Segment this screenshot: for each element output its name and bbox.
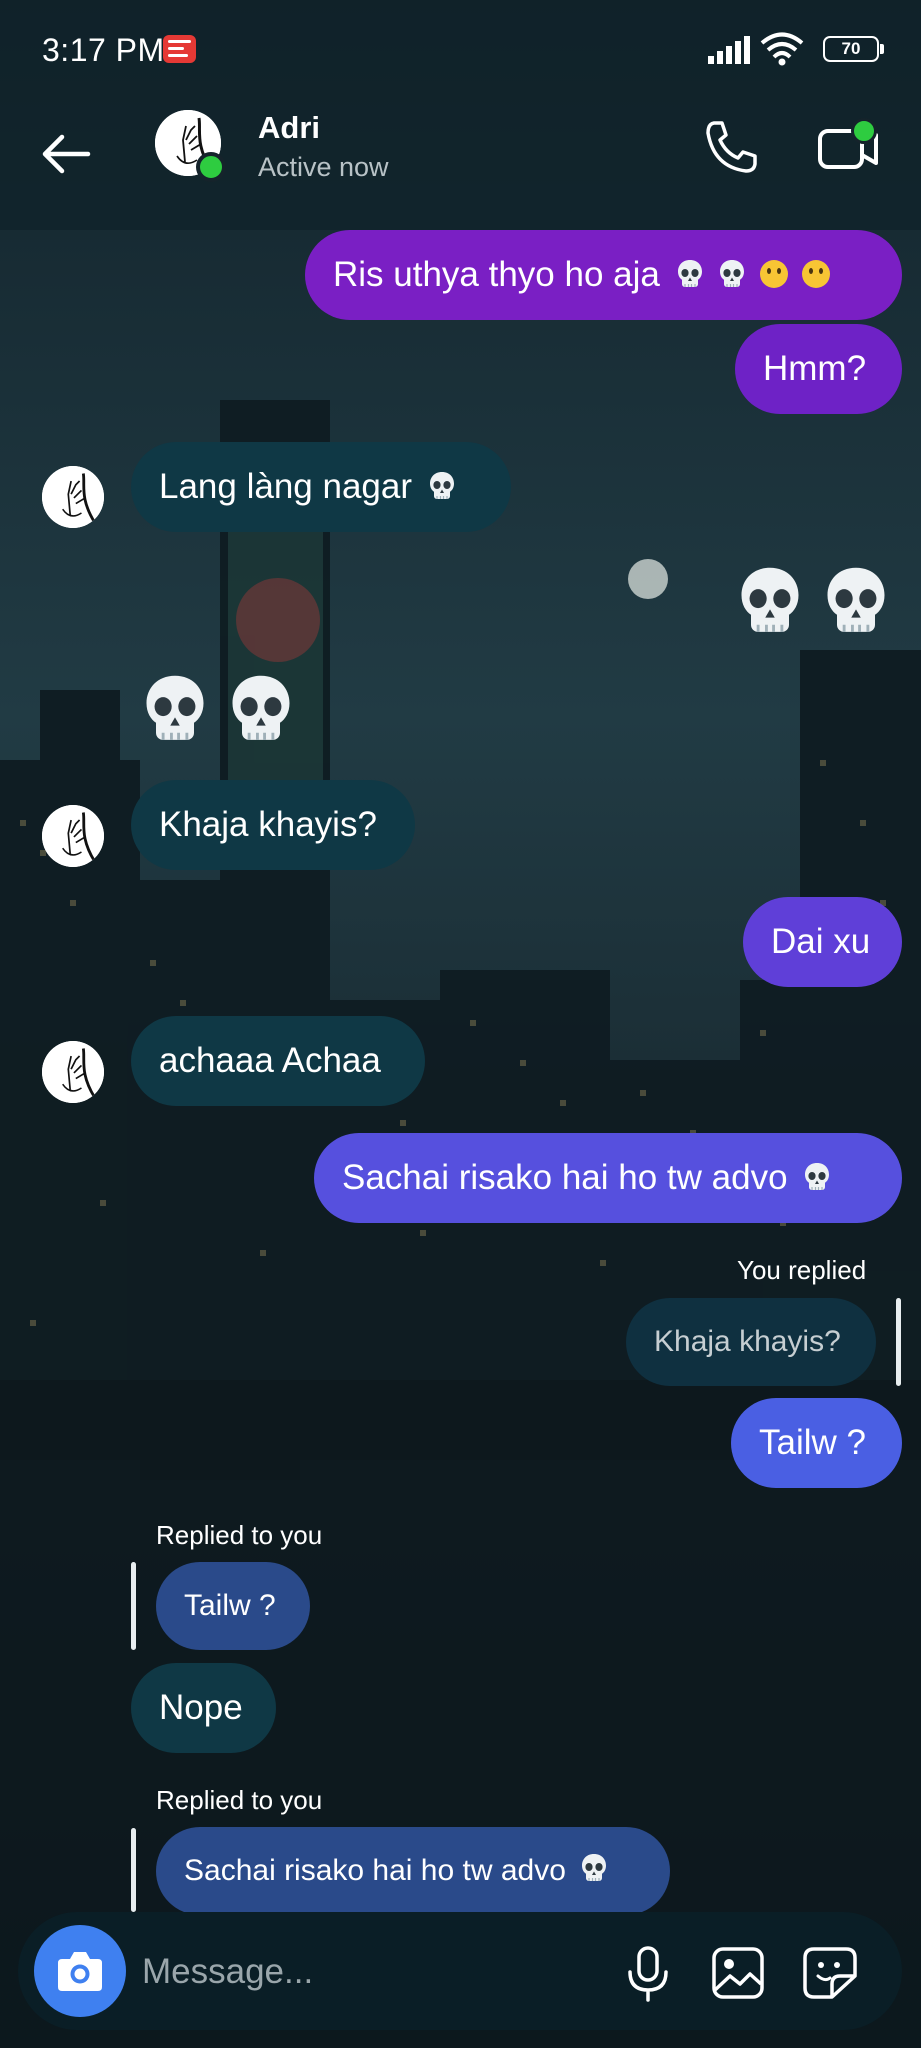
online-indicator bbox=[196, 152, 226, 182]
skull-emoji bbox=[716, 258, 748, 290]
message-incoming[interactable]: Lang làng nagar bbox=[131, 442, 511, 532]
video-active-indicator bbox=[851, 118, 877, 144]
quoted-message[interactable]: Khaja khayis? bbox=[626, 1298, 876, 1386]
skull-emoji bbox=[801, 1161, 833, 1193]
sender-avatar[interactable] bbox=[42, 1041, 104, 1103]
quoted-text: Sachai risako hai ho tw advo bbox=[184, 1854, 566, 1887]
camera-button[interactable] bbox=[34, 1925, 126, 2017]
status-time: 3:17 PM bbox=[42, 32, 165, 68]
neutral-face-emoji bbox=[800, 258, 832, 290]
message-input[interactable]: Message... bbox=[142, 1952, 313, 1992]
notification-app-icon bbox=[163, 35, 196, 63]
reply-bar bbox=[896, 1298, 901, 1386]
message-composer: Message... bbox=[18, 1912, 902, 2030]
skull-emoji bbox=[818, 560, 894, 642]
message-outgoing[interactable]: Hmm? bbox=[735, 324, 902, 414]
chat-screen: 3:17 PM 70 Adri Active now Ris uthya thy… bbox=[0, 0, 921, 2048]
message-text: Tailw ? bbox=[759, 1423, 866, 1462]
skull-emoji bbox=[137, 668, 213, 750]
status-bar: 3:17 PM 70 bbox=[0, 0, 921, 100]
emoji-message-incoming[interactable] bbox=[137, 668, 299, 750]
sender-avatar[interactable] bbox=[42, 805, 104, 867]
skull-emoji bbox=[732, 560, 808, 642]
skull-emoji bbox=[674, 258, 706, 290]
message-outgoing[interactable]: Dai xu bbox=[743, 897, 902, 987]
message-text: Ris uthya thyo ho aja bbox=[333, 255, 660, 294]
message-incoming[interactable]: Nope bbox=[131, 1663, 276, 1753]
wifi-icon bbox=[760, 32, 804, 66]
quoted-message[interactable]: Sachai risako hai ho tw advo bbox=[156, 1827, 670, 1915]
signal-icon bbox=[708, 36, 750, 64]
message-text: achaaa Achaa bbox=[159, 1041, 381, 1080]
back-arrow-icon[interactable] bbox=[34, 122, 98, 186]
microphone-icon[interactable] bbox=[620, 1944, 676, 2002]
chat-header: Adri Active now bbox=[0, 100, 921, 220]
message-outgoing[interactable]: Ris uthya thyo ho aja bbox=[305, 230, 902, 320]
skull-emoji bbox=[426, 470, 458, 502]
quoted-message[interactable]: Tailw ? bbox=[156, 1562, 310, 1650]
message-text: Nope bbox=[159, 1688, 243, 1727]
phone-icon[interactable] bbox=[698, 115, 762, 179]
sticker-icon[interactable] bbox=[800, 1944, 860, 2002]
message-text: Lang làng nagar bbox=[159, 467, 412, 506]
message-text: Dai xu bbox=[771, 922, 871, 961]
contact-name[interactable]: Adri bbox=[258, 110, 320, 146]
camera-icon bbox=[58, 1952, 102, 1991]
reply-label: You replied bbox=[737, 1255, 867, 1285]
neutral-face-emoji bbox=[758, 258, 790, 290]
message-text: Sachai risako hai ho tw advo bbox=[342, 1158, 788, 1197]
emoji-message-outgoing[interactable] bbox=[732, 560, 894, 642]
battery-indicator: 70 bbox=[823, 36, 884, 62]
message-incoming[interactable]: achaaa Achaa bbox=[131, 1016, 425, 1106]
gallery-icon[interactable] bbox=[708, 1944, 768, 2002]
reply-label: Replied to you bbox=[156, 1785, 323, 1815]
message-text: Khaja khayis? bbox=[159, 805, 377, 844]
contact-status: Active now bbox=[258, 152, 389, 182]
reply-label: Replied to you bbox=[156, 1520, 323, 1550]
message-outgoing[interactable]: Tailw ? bbox=[731, 1398, 902, 1488]
message-outgoing[interactable]: Sachai risako hai ho tw advo bbox=[314, 1133, 902, 1223]
skull-emoji bbox=[578, 1852, 610, 1884]
sender-avatar[interactable] bbox=[42, 466, 104, 528]
message-text: Hmm? bbox=[763, 349, 867, 388]
message-incoming[interactable]: Khaja khayis? bbox=[131, 780, 415, 870]
reply-bar bbox=[131, 1828, 136, 1912]
skull-emoji bbox=[223, 668, 299, 750]
reply-bar bbox=[131, 1562, 136, 1650]
